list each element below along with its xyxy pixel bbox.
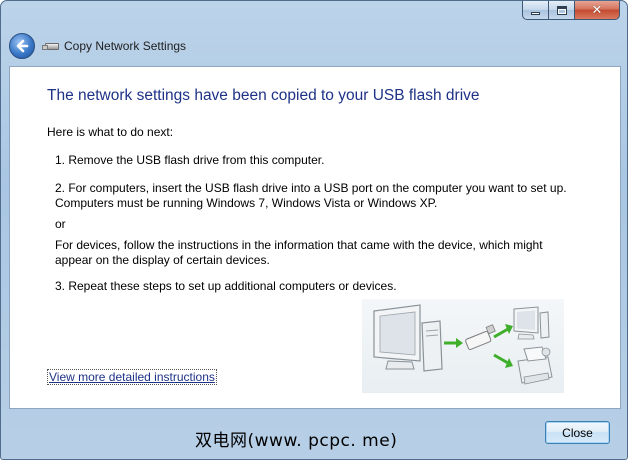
printer-icon	[517, 346, 553, 385]
arrow-right-icon	[444, 338, 463, 348]
content-panel: The network settings have been copied to…	[9, 66, 621, 409]
page-heading: The network settings have been copied to…	[47, 87, 480, 104]
arrow-down-right-icon	[493, 353, 513, 368]
minimize-icon	[531, 11, 540, 15]
footer-bar: 双电网(www. pcpc. me) Close	[9, 409, 621, 454]
window-frame: ✕ Copy Network Settings The network sett…	[0, 0, 628, 460]
usb-drive-icon	[42, 42, 59, 50]
window-title: Copy Network Settings	[64, 39, 187, 53]
close-icon: ✕	[591, 2, 603, 18]
back-arrow-icon	[16, 39, 29, 53]
maximize-button[interactable]	[549, 1, 575, 20]
computer-tower-icon	[421, 320, 443, 372]
caption-controls: ✕	[522, 1, 620, 21]
back-button[interactable]	[9, 33, 35, 59]
step-1-text: 1. Remove the USB flash drive from this …	[55, 153, 325, 167]
or-text: or	[55, 217, 66, 231]
usb-flash-drive-icon	[465, 324, 496, 350]
usb-transfer-illustration	[362, 299, 564, 393]
navigation-bar: Copy Network Settings	[9, 31, 186, 61]
step-2-text: 2. For computers, insert the USB flash d…	[55, 181, 567, 210]
minimize-button[interactable]	[522, 1, 549, 20]
maximize-icon	[556, 5, 567, 15]
close-window-button[interactable]: ✕	[575, 1, 620, 20]
intro-text: Here is what to do next:	[47, 125, 174, 139]
arrow-up-right-icon	[493, 324, 513, 339]
step-3-text: 3. Repeat these steps to set up addition…	[55, 279, 397, 293]
small-computer-icon	[513, 306, 550, 340]
close-button[interactable]: Close	[545, 421, 610, 444]
window-title-area: Copy Network Settings	[42, 39, 187, 53]
detailed-instructions-link[interactable]: View more detailed instructions	[47, 369, 217, 385]
watermark-text: 双电网(www. pcpc. me)	[195, 431, 398, 451]
computer-monitor-icon	[373, 304, 421, 370]
devices-instructions-text: For devices, follow the instructions in …	[55, 238, 543, 267]
